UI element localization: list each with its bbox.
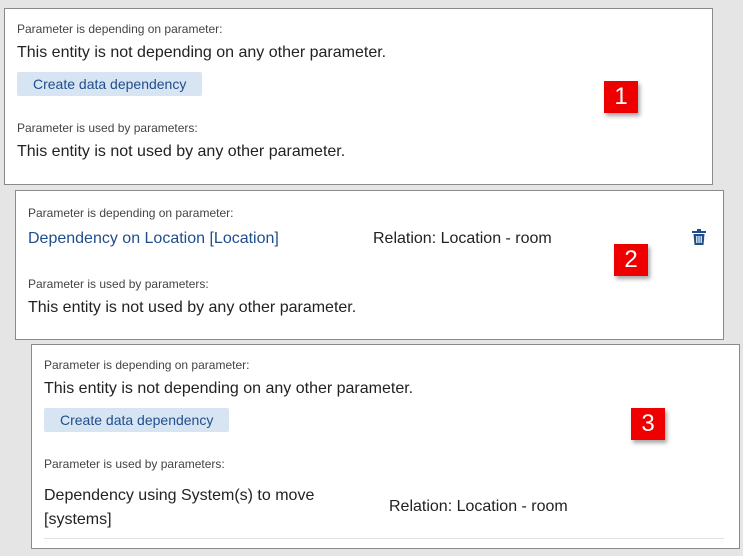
depending-label: Parameter is depending on parameter: xyxy=(17,22,223,36)
row-divider xyxy=(44,538,724,539)
used-by-text: This entity is not used by any other par… xyxy=(28,299,357,316)
used-by-label: Parameter is used by parameters: xyxy=(28,277,209,291)
depending-text: This entity is not depending on any othe… xyxy=(44,380,414,397)
used-by-text: This entity is not used by any other par… xyxy=(17,143,346,160)
create-data-dependency-button[interactable]: Create data dependency xyxy=(44,408,230,432)
relation-text: Relation: Location - room xyxy=(373,230,552,247)
used-by-item: Dependency using System(s) to move [syst… xyxy=(44,487,315,528)
annotation-badge-1: 1 xyxy=(604,81,638,113)
depending-label: Parameter is depending on parameter: xyxy=(44,358,250,372)
used-by-label: Parameter is used by parameters: xyxy=(44,457,225,471)
dependency-link[interactable]: Dependency on Location [Location] xyxy=(28,230,279,248)
create-data-dependency-button[interactable]: Create data dependency xyxy=(17,72,203,96)
depending-text: This entity is not depending on any othe… xyxy=(17,44,387,61)
dependency-panel-3: Parameter is depending on parameter: Thi… xyxy=(31,344,740,549)
depending-label: Parameter is depending on parameter: xyxy=(28,206,234,220)
annotation-badge-3: 3 xyxy=(631,408,665,440)
relation-text: Relation: Location - room xyxy=(389,498,568,515)
used-by-label: Parameter is used by parameters: xyxy=(17,121,198,135)
trash-icon[interactable] xyxy=(692,229,706,245)
annotation-badge-2: 2 xyxy=(614,244,648,276)
